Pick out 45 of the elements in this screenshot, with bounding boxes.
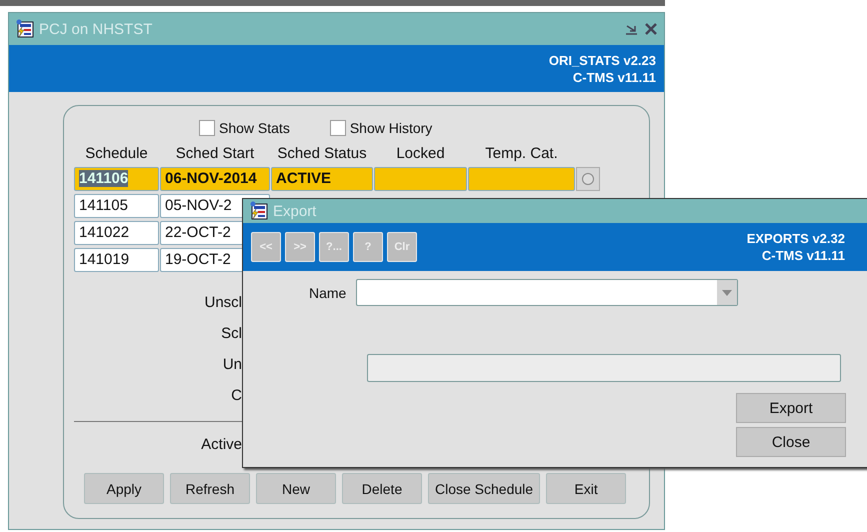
close-icon[interactable] bbox=[644, 22, 658, 36]
field-label: Active bbox=[201, 436, 242, 453]
module-version: ORI_STATS v2.23 bbox=[548, 52, 656, 68]
column-header: Locked bbox=[395, 144, 446, 164]
table-cell[interactable]: 141022 bbox=[74, 221, 159, 245]
action-button[interactable]: New bbox=[256, 473, 336, 504]
checkbox-label: Show History bbox=[350, 120, 432, 136]
table-cell[interactable]: 141105 bbox=[74, 194, 159, 218]
window-title: Export bbox=[273, 202, 316, 220]
action-button[interactable]: Exit bbox=[546, 473, 626, 504]
field-label: Unscl bbox=[204, 293, 242, 313]
table-cell[interactable]: 06-NOV-2014 bbox=[160, 167, 270, 191]
table-cell[interactable] bbox=[374, 167, 467, 191]
column-header: Sched Start bbox=[174, 144, 256, 164]
checkbox[interactable] bbox=[330, 120, 346, 136]
table-cell[interactable]: ACTIVE bbox=[271, 167, 373, 191]
column-header: Temp. Cat. bbox=[484, 144, 559, 164]
table-cell[interactable]: 141019 bbox=[74, 248, 159, 272]
dialog-button[interactable]: Close bbox=[736, 427, 846, 457]
circle-icon bbox=[581, 172, 595, 186]
input-field[interactable] bbox=[367, 354, 841, 382]
dropdown-arrow-icon bbox=[722, 290, 732, 296]
dialog-button[interactable]: Export bbox=[736, 393, 846, 423]
field-label: Un bbox=[222, 355, 242, 375]
action-button[interactable]: Refresh bbox=[170, 473, 250, 504]
action-button[interactable]: Close Schedule bbox=[428, 473, 540, 504]
field-label: Name bbox=[309, 284, 346, 300]
product-version: C-TMS v11.11 bbox=[762, 247, 845, 264]
field-label: C bbox=[231, 386, 242, 406]
module-version: EXPORTS v2.32 bbox=[746, 230, 845, 247]
name-dropdown[interactable] bbox=[356, 279, 738, 306]
field-label: Scl bbox=[221, 324, 242, 344]
checkbox[interactable] bbox=[199, 120, 215, 136]
action-button[interactable]: Apply bbox=[84, 473, 164, 504]
action-button[interactable]: Delete bbox=[342, 473, 422, 504]
checkbox-label: Show Stats bbox=[219, 120, 290, 136]
window-title: PCJ on NHSTST bbox=[39, 20, 152, 38]
table-cell[interactable]: 141106 bbox=[74, 167, 159, 191]
app-icon bbox=[15, 19, 35, 39]
product-version: C-TMS v11.11 bbox=[572, 68, 656, 86]
list-button[interactable] bbox=[576, 167, 600, 191]
column-header: Schedule bbox=[84, 144, 149, 164]
app-icon bbox=[249, 201, 269, 221]
table-cell[interactable] bbox=[468, 167, 575, 191]
column-header: Sched Status bbox=[276, 144, 368, 164]
